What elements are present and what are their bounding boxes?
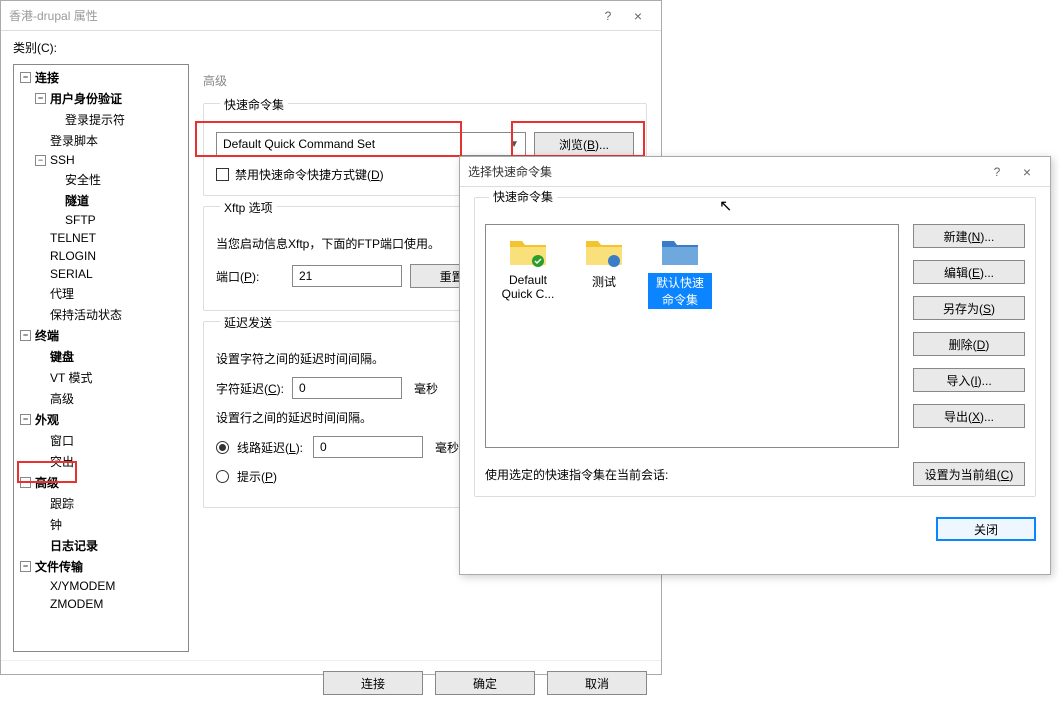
collapse-icon[interactable]: − (35, 93, 46, 104)
tree-appearance[interactable]: −外观 (14, 409, 188, 430)
dialog-close-button[interactable]: × (1012, 164, 1042, 180)
dialog-body: 快速命令集 Default Quick C... 测试 默认快速命令集 (460, 187, 1050, 507)
prompt-radio[interactable] (216, 470, 229, 483)
collapse-icon[interactable]: − (20, 561, 31, 572)
tree-ssh[interactable]: −SSH (14, 151, 188, 169)
tree-auth[interactable]: −用户身份验证 (14, 88, 188, 109)
dialog-legend: 快速命令集 (489, 188, 557, 205)
close-dialog-button[interactable]: 关闭 (936, 517, 1036, 541)
line-delay-label: 线路延迟(L): (237, 439, 305, 456)
tree-tunnel[interactable]: 隧道 (14, 190, 188, 211)
collapse-icon[interactable]: − (20, 414, 31, 425)
tree-filetransfer[interactable]: −文件传输 (14, 556, 188, 577)
item-label: Default Quick C... (496, 273, 560, 301)
unit-ms: 毫秒 (435, 439, 459, 456)
tree-vtmode[interactable]: VT 模式 (14, 367, 188, 388)
item-default-set[interactable]: 默认快速命令集 (648, 235, 712, 309)
dialog-footer: 关闭 (460, 507, 1050, 551)
delete-button[interactable]: 删除(D) (913, 332, 1025, 356)
item-default[interactable]: Default Quick C... (496, 235, 560, 301)
tree-security[interactable]: 安全性 (14, 169, 188, 190)
cursor-icon: ↖ (719, 196, 732, 216)
window-title: 香港-drupal 属性 (9, 7, 593, 24)
tree-serial[interactable]: SERIAL (14, 265, 188, 283)
tree-telnet[interactable]: TELNET (14, 229, 188, 247)
set-current-button[interactable]: 设置为当前组(C) (913, 462, 1025, 486)
tree-rlogin[interactable]: RLOGIN (14, 247, 188, 265)
tree-highlight[interactable]: 突出 (14, 451, 188, 472)
main-titlebar: 香港-drupal 属性 ? × (1, 1, 661, 31)
prompt-label: 提示(P) (237, 468, 305, 485)
item-label: 测试 (592, 273, 616, 290)
char-delay-label: 字符延迟(C): (216, 380, 284, 397)
import-button[interactable]: 导入(I)... (913, 368, 1025, 392)
collapse-icon[interactable]: − (20, 72, 31, 83)
dialog-title: 选择快速命令集 (468, 163, 982, 180)
tree-login-prompt[interactable]: 登录提示符 (14, 109, 188, 130)
tree-trace[interactable]: 跟踪 (14, 493, 188, 514)
delay-legend: 延迟发送 (220, 314, 276, 331)
prompt-text: 使用选定的快速指令集在当前会话: (485, 466, 668, 483)
tree-keepalive[interactable]: 保持活动状态 (14, 304, 188, 325)
tree-window[interactable]: 窗口 (14, 430, 188, 451)
category-tree[interactable]: −连接 −用户身份验证 登录提示符 登录脚本 −SSH 安全性 隧道 SFTP … (13, 64, 189, 652)
item-label: 默认快速命令集 (648, 273, 712, 309)
unit-ms: 毫秒 (414, 380, 438, 397)
edit-button[interactable]: 编辑(E)... (913, 260, 1025, 284)
saveas-button[interactable]: 另存为(S) (913, 296, 1025, 320)
tree-xymodem[interactable]: X/YMODEM (14, 577, 188, 595)
section-title: 高级 (203, 68, 647, 93)
folder-icon (660, 235, 700, 269)
new-button[interactable]: 新建(N)... (913, 224, 1025, 248)
item-test[interactable]: 测试 (572, 235, 636, 290)
line-delay-radio[interactable] (216, 441, 229, 454)
quickcmd-dropdown[interactable]: Default Quick Command Set ▼ (216, 132, 526, 156)
main-footer: 连接 确定 取消 (1, 660, 661, 705)
tree-advanced[interactable]: −高级 (14, 472, 188, 493)
folder-icon (584, 235, 624, 269)
dropdown-value: Default Quick Command Set (223, 137, 375, 151)
tree-terminal[interactable]: −终端 (14, 325, 188, 346)
tree-zmodem[interactable]: ZMODEM (14, 595, 188, 613)
browse-button[interactable]: 浏览(B)... (534, 132, 634, 156)
tree-connection[interactable]: −连接 (14, 67, 188, 88)
tree-sftp[interactable]: SFTP (14, 211, 188, 229)
collapse-icon[interactable]: − (35, 155, 46, 166)
port-label: 端口(P): (216, 268, 284, 285)
quickcmd-legend: 快速命令集 (220, 96, 288, 113)
dialog-button-column: 新建(N)... 编辑(E)... 另存为(S) 删除(D) 导入(I)... … (913, 224, 1025, 448)
tree-login-script[interactable]: 登录脚本 (14, 130, 188, 151)
port-input[interactable] (292, 265, 402, 287)
quickcmd-list-panel: 快速命令集 Default Quick C... 测试 默认快速命令集 (474, 197, 1036, 497)
folder-icon (508, 235, 548, 269)
dialog-titlebar: 选择快速命令集 ? × (460, 157, 1050, 187)
tree-advanced-term[interactable]: 高级 (14, 388, 188, 409)
quickcmd-list[interactable]: Default Quick C... 测试 默认快速命令集 (485, 224, 899, 448)
line-delay-input[interactable] (313, 436, 423, 458)
tree-bell[interactable]: 钟 (14, 514, 188, 535)
tree-keyboard[interactable]: 键盘 (14, 346, 188, 367)
export-button[interactable]: 导出(X)... (913, 404, 1025, 428)
collapse-icon[interactable]: − (20, 330, 31, 341)
xftp-legend: Xftp 选项 (220, 199, 277, 216)
tree-proxy[interactable]: 代理 (14, 283, 188, 304)
help-button[interactable]: ? (593, 9, 623, 23)
tree-logging[interactable]: 日志记录 (14, 535, 188, 556)
close-button[interactable]: × (623, 8, 653, 24)
char-delay-input[interactable] (292, 377, 402, 399)
chevron-down-icon: ▼ (509, 139, 519, 150)
select-quickcmd-dialog: 选择快速命令集 ? × 快速命令集 Default Quick C... 测试 (459, 156, 1051, 575)
checkbox-icon (216, 168, 229, 181)
dialog-help-button[interactable]: ? (982, 165, 1012, 179)
category-label: 类别(C): (1, 31, 661, 60)
collapse-icon[interactable]: − (20, 477, 31, 488)
